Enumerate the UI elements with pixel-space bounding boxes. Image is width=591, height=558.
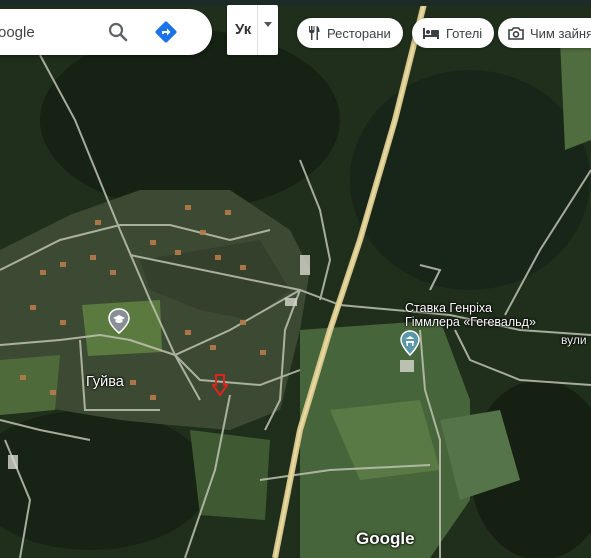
street-label: вули [561,333,587,347]
language-divider [257,5,258,55]
school-pin-icon[interactable] [108,308,130,334]
village-label: Гуйва [86,374,124,390]
chip-restaurants[interactable]: Ресторани [297,18,403,48]
caret-down-icon[interactable] [262,17,274,29]
poi-label[interactable]: Ставка Генріха Гіммлера «Гегевальд» [405,301,536,329]
chip-things-to-do[interactable]: Чим зайня [498,18,591,48]
language-label: Ук [235,21,252,38]
chip-label: Чим зайня [530,25,591,41]
directions-icon[interactable] [154,20,178,44]
red-arrow-marker-icon [212,374,228,396]
chip-label: Готелі [446,25,483,41]
hotel-icon [423,28,439,39]
restaurant-icon [309,26,320,40]
language-selector[interactable]: Ук [227,5,278,55]
poi-label-line2: Гіммлера «Гегевальд» [405,315,536,329]
search-icon[interactable] [106,20,130,44]
camera-icon [508,27,524,40]
satellite-map[interactable] [0,0,591,558]
chip-hotels[interactable]: Готелі [412,18,495,48]
poi-label-line1: Ставка Генріха [405,301,492,315]
search-input[interactable]: oogle [0,24,35,41]
search-box[interactable]: oogle [0,9,212,55]
google-logo: Google [356,529,415,548]
chip-label: Ресторани [327,25,391,41]
top-edge-bar [0,0,591,6]
museum-pin-icon[interactable] [400,330,420,356]
